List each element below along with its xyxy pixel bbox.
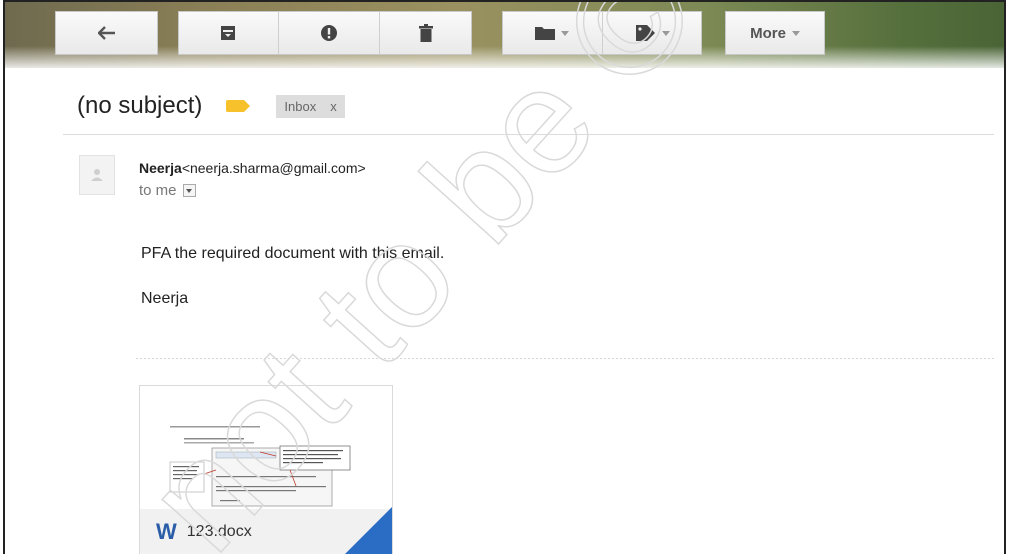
sender-name[interactable]: Neerja: [139, 160, 182, 176]
attachment-card[interactable]: W 123.docx: [139, 385, 393, 554]
labels-button[interactable]: [603, 11, 702, 55]
recipient-text: to me: [139, 182, 177, 199]
attachment-file-name: 123.docx: [186, 523, 252, 540]
archive-icon: [221, 26, 235, 40]
important-marker-icon[interactable]: [226, 100, 251, 112]
toolbar-separator: [379, 11, 380, 55]
back-button[interactable]: [55, 11, 158, 55]
archive-button[interactable]: [178, 11, 278, 55]
chevron-down-icon: [561, 30, 569, 36]
word-document-icon: W: [156, 519, 177, 544]
recipient-line: to me: [139, 182, 196, 199]
remove-label-button[interactable]: x: [330, 99, 337, 114]
chevron-down-icon: [186, 188, 193, 193]
chevron-down-icon: [791, 30, 800, 36]
report-spam-button[interactable]: [279, 11, 379, 55]
subject-divider: [63, 134, 994, 135]
back-arrow-icon: [97, 26, 115, 40]
gmail-message-view: More (no subject) Inbox x Neerja<neerja.…: [3, 0, 1006, 554]
chevron-down-icon: [661, 30, 670, 36]
person-icon: [91, 169, 103, 181]
inbox-label-chip: Inbox x: [276, 94, 345, 118]
folder-icon: [535, 27, 555, 40]
page-fold-corner-icon: [344, 507, 392, 554]
subject-title: (no subject): [77, 92, 203, 119]
message-signature: Neerja: [141, 290, 189, 307]
delete-button[interactable]: [380, 11, 472, 55]
more-button[interactable]: More: [725, 11, 825, 55]
toolbar-separator: [278, 11, 279, 55]
inbox-chip-label: Inbox: [284, 98, 317, 114]
attachment-footer: W 123.docx: [140, 507, 392, 554]
sender-email: <neerja.sharma@gmail.com>: [181, 160, 366, 176]
subject-row: (no subject) Inbox x: [77, 88, 345, 124]
report-spam-icon: [321, 25, 337, 41]
trash-icon: [419, 24, 433, 42]
show-details-button[interactable]: [182, 184, 196, 197]
document-thumbnail: [140, 386, 392, 509]
avatar[interactable]: [79, 155, 115, 195]
toolbar: More: [5, 2, 1004, 68]
sender-line: Neerja<neerja.sharma@gmail.com>: [139, 160, 366, 176]
attachment-divider: [136, 358, 994, 359]
label-tag-icon: [635, 25, 655, 41]
move-to-button[interactable]: [502, 11, 602, 55]
toolbar-separator: [602, 11, 603, 55]
message-body-line: PFA the required document with this emai…: [141, 245, 445, 262]
more-label: More: [750, 24, 786, 42]
